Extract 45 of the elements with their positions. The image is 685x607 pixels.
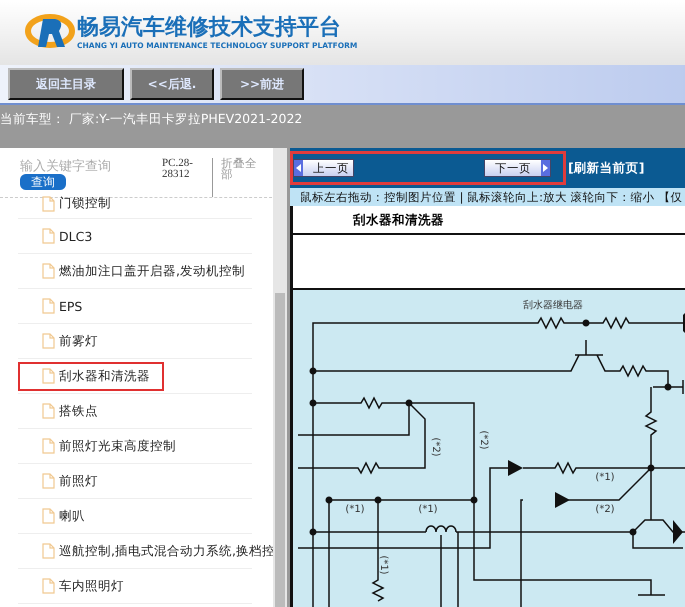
usage-hint: 鼠标左右拖动：控制图片位置 | 鼠标滚轮向上:放大 滚轮向下：缩小 【仅	[290, 188, 685, 206]
tree-item[interactable]: 车内照明灯	[18, 572, 138, 600]
document-icon	[42, 543, 55, 559]
tree-item[interactable]: DLC3	[18, 222, 106, 250]
tree-item[interactable]: 燃油加注口盖开启器,发动机控制	[18, 256, 259, 286]
document-icon	[42, 228, 55, 244]
tree-item[interactable]: 门锁控制	[18, 189, 125, 218]
document-icon	[42, 578, 55, 594]
document-icon	[42, 263, 55, 279]
diagram-label: (*2)	[595, 504, 615, 515]
nav-button[interactable]: >>前进	[220, 68, 304, 100]
document-icon	[42, 403, 55, 419]
tree-item[interactable]: 刮水器和清洗器	[18, 362, 164, 390]
page-title: 刮水器和清洗器	[293, 206, 685, 235]
document-icon	[42, 298, 55, 314]
document-icon	[42, 196, 55, 212]
diagram-label: (*1)	[378, 555, 389, 575]
next-page-button[interactable]: 下一页	[484, 159, 551, 177]
diagram-label: 刮水器继电器	[523, 300, 583, 311]
nav-button[interactable]: 返回主目录	[8, 68, 124, 100]
diagram-label: (*1)	[418, 504, 438, 515]
scrollbar[interactable]	[273, 148, 287, 607]
diagram-label: (*1)	[595, 472, 615, 483]
document-icon	[42, 368, 55, 384]
document-icon	[42, 333, 55, 349]
search-field[interactable]: 输入关键字查询	[20, 158, 150, 174]
document-icon	[42, 473, 55, 489]
tree-item[interactable]: 前照灯光束高度控制	[18, 432, 190, 460]
tree-item[interactable]: 搭铁点	[18, 396, 112, 426]
tree-item[interactable]: 前照灯	[18, 466, 112, 496]
code-text: PC.28-28312	[162, 158, 213, 197]
diagram-label: (*2)	[430, 437, 441, 457]
previous-page-button[interactable]: 上一页	[293, 159, 354, 177]
tree-item[interactable]: EPS	[18, 292, 96, 320]
document-icon	[42, 438, 55, 454]
platform-title: 畅易汽车维修技术支持平台	[77, 15, 342, 41]
tree-item[interactable]: 前雾灯	[18, 326, 112, 356]
document-icon	[42, 508, 55, 524]
tree-item[interactable]: 喇叭	[18, 502, 99, 530]
search-button[interactable]: 查询	[20, 174, 66, 190]
current-vehicle-text: 当前车型： 厂家:Y-一汽丰田卡罗拉PHEV2021-2022	[0, 105, 685, 148]
refresh-page-link[interactable]: [刷新当前页]	[568, 160, 644, 176]
nav-button[interactable]: <<后退.	[130, 68, 214, 100]
diagram-label: (*1)	[345, 504, 365, 515]
diagram-label: (*2)	[478, 430, 489, 450]
